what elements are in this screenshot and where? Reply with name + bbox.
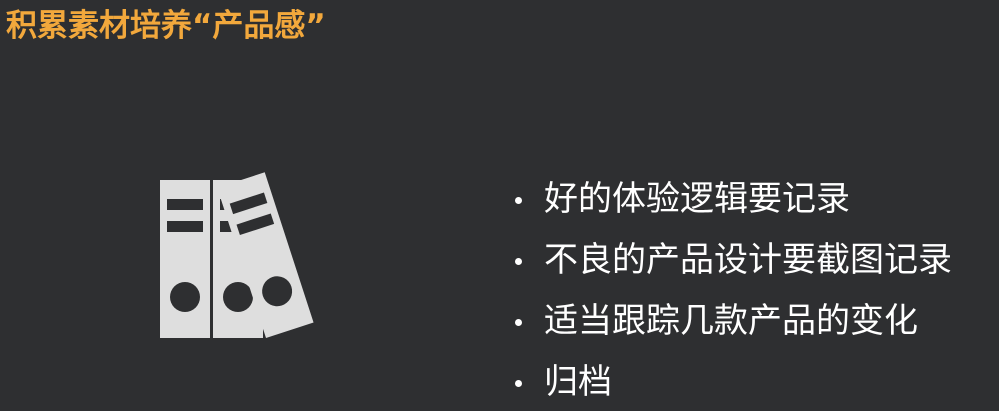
bullet-item: 归档	[513, 360, 952, 405]
bullet-list: 好的体验逻辑要记录 不良的产品设计要截图记录 适当跟踪几款产品的变化 归档	[513, 177, 952, 405]
bullet-dot	[515, 380, 522, 387]
bullet-dot	[515, 319, 522, 326]
bullet-item: 好的体验逻辑要记录	[513, 177, 952, 222]
bullet-dot	[515, 197, 522, 204]
slide-title: 积累素材培养“产品感”	[6, 8, 326, 44]
bullet-text: 适当跟踪几款产品的变化	[544, 301, 918, 341]
bullet-item: 适当跟踪几款产品的变化	[513, 299, 952, 344]
bullet-dot	[515, 258, 522, 265]
slide: { "slide": { "title": "积累素材培养“产品感”", "il…	[0, 0, 999, 411]
binder-left	[160, 180, 210, 338]
bullet-text: 不良的产品设计要截图记录	[544, 240, 952, 280]
bullet-text: 归档	[544, 362, 612, 402]
binders-icon	[160, 172, 314, 338]
bullet-text: 好的体验逻辑要记录	[544, 179, 850, 219]
bullet-item: 不良的产品设计要截图记录	[513, 238, 952, 283]
